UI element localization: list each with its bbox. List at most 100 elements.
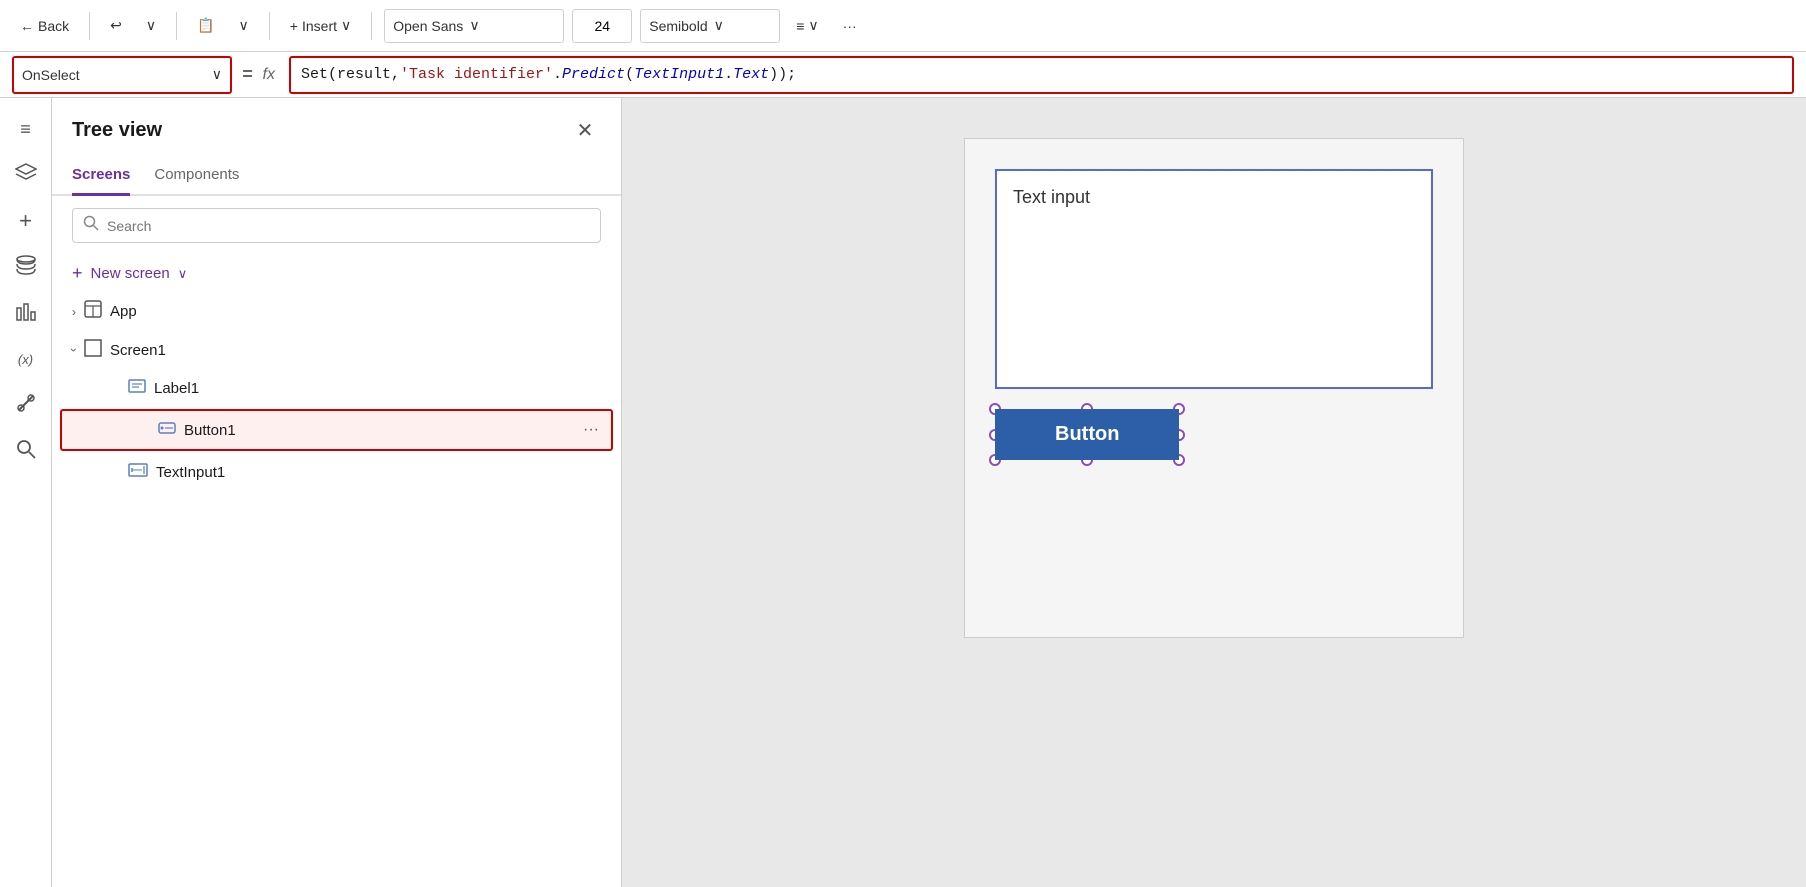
search-icon (83, 215, 99, 236)
formula-paren: ( (625, 66, 634, 83)
database-button[interactable] (7, 248, 45, 286)
menu-chevron-icon: ∨ (808, 17, 818, 34)
layers-button[interactable] (7, 156, 45, 194)
close-icon: ✕ (577, 118, 594, 143)
button1-icon (158, 419, 176, 441)
variables-button[interactable]: (x) (7, 340, 45, 378)
weight-chevron-icon: ∨ (714, 17, 724, 34)
font-size-input[interactable] (572, 9, 632, 43)
formula-prop: Text (733, 66, 769, 83)
font-weight-dropdown[interactable]: Semibold ∨ (640, 9, 780, 43)
textinput1-label: TextInput1 (156, 464, 601, 481)
new-screen-label: New screen (91, 265, 170, 282)
label1-icon (128, 377, 146, 399)
insert-label: Insert (302, 18, 337, 34)
search-input[interactable] (107, 218, 590, 234)
app-label: App (110, 303, 601, 320)
back-arrow-icon: ← (20, 18, 34, 34)
hamburger-menu-button[interactable]: ≡ (7, 110, 45, 148)
font-dropdown[interactable]: Open Sans ∨ (384, 9, 564, 43)
undo-dropdown-button[interactable]: ∨ (138, 13, 164, 38)
button-widget[interactable]: Button (995, 409, 1179, 460)
back-button[interactable]: ← Back (12, 14, 77, 38)
app-chevron-icon: › (72, 305, 76, 319)
tab-components[interactable]: Components (154, 158, 239, 196)
plus-icon: + (290, 18, 298, 34)
text-input-widget-label: Text input (1013, 187, 1090, 208)
close-tree-button[interactable]: ✕ (569, 114, 601, 146)
screen1-icon (84, 339, 102, 361)
chevron-down-icon: ∨ (146, 17, 156, 34)
formula-prefix: Set(result, (301, 66, 400, 83)
equals-sign: = (242, 64, 253, 85)
paste-icon: 📋 (197, 17, 214, 34)
tools-icon (16, 393, 36, 418)
analytics-button[interactable] (7, 294, 45, 332)
app-icon (84, 300, 102, 323)
tools-button[interactable] (7, 386, 45, 424)
font-weight-value: Semibold (649, 18, 707, 34)
search-sidebar-button[interactable] (7, 432, 45, 470)
plus-icon-sidebar: + (19, 208, 32, 234)
add-button[interactable]: + (7, 202, 45, 240)
search-sidebar-icon (16, 439, 36, 464)
variables-icon: (x) (18, 352, 33, 367)
tab-screens[interactable]: Screens (72, 158, 130, 196)
menu-lines-icon: ≡ (796, 18, 804, 34)
toolbar: ← Back ↩ ∨ 📋 ∨ + Insert ∨ Open Sans ∨ Se… (0, 0, 1806, 52)
screen1-chevron-icon: › (67, 348, 81, 352)
chevron-down-icon-2: ∨ (239, 17, 249, 34)
tree-title: Tree view (72, 119, 162, 142)
button1-more-icon[interactable]: ··· (583, 421, 599, 439)
font-chevron-icon: ∨ (469, 17, 479, 34)
canvas-area: Text input Button (622, 98, 1806, 887)
tree-item-button1[interactable]: Button1 ··· (60, 409, 613, 451)
tree-item-app[interactable]: › App (52, 292, 621, 331)
paste-button[interactable]: 📋 (189, 13, 222, 38)
database-icon (16, 254, 36, 281)
button-widget-label: Button (1055, 423, 1119, 445)
ellipsis-button[interactable]: ··· (835, 14, 865, 38)
formula-var: TextInput1 (634, 66, 724, 83)
tree-items: › App › Screen1 (52, 292, 621, 887)
font-value: Open Sans (393, 18, 463, 34)
tree-tabs: Screens Components (52, 158, 621, 196)
layers-icon (15, 162, 37, 189)
new-screen-plus-icon: + (72, 263, 83, 284)
text-input-widget[interactable]: Text input (995, 169, 1433, 389)
formula-dot: . (553, 66, 562, 83)
formula-dot2: . (724, 66, 733, 83)
label1-label: Label1 (154, 380, 601, 397)
button1-label: Button1 (184, 422, 575, 439)
button-widget-container: Button (995, 409, 1433, 460)
divider-4 (371, 12, 372, 40)
formula-method: Predict (562, 66, 625, 83)
main-content: ≡ + (0, 98, 1806, 887)
textinput1-icon (128, 461, 148, 483)
screen1-label: Screen1 (110, 342, 601, 359)
new-screen-chevron-icon: ∨ (178, 266, 188, 282)
tree-item-screen1[interactable]: › Screen1 (52, 331, 621, 369)
formula-string: 'Task identifier' (400, 66, 553, 83)
search-box (72, 208, 601, 243)
tree-item-label1[interactable]: Label1 (52, 369, 621, 407)
tree-header: Tree view ✕ (52, 98, 621, 158)
formula-bar: OnSelect ∨ = fx Set(result, 'Task identi… (0, 52, 1806, 98)
new-screen-button[interactable]: + New screen ∨ (52, 255, 621, 292)
tree-item-textinput1[interactable]: TextInput1 (52, 453, 621, 491)
menu-more-button[interactable]: ≡ ∨ (788, 13, 826, 38)
fx-label: fx (263, 66, 275, 84)
divider-2 (176, 12, 177, 40)
tree-panel: Tree view ✕ Screens Components + (52, 98, 622, 887)
insert-button[interactable]: + Insert ∨ (282, 13, 359, 38)
divider-3 (269, 12, 270, 40)
paste-dropdown-button[interactable]: ∨ (231, 13, 257, 38)
formula-input[interactable]: Set(result, 'Task identifier' . Predict … (289, 56, 1794, 94)
property-dropdown[interactable]: OnSelect ∨ (12, 56, 232, 94)
undo-button[interactable]: ↩ (102, 13, 130, 38)
back-label: Back (38, 18, 69, 34)
property-chevron-icon: ∨ (212, 66, 222, 83)
phone-frame: Text input Button (964, 138, 1464, 638)
hamburger-icon: ≡ (20, 119, 31, 140)
analytics-icon (15, 300, 37, 327)
